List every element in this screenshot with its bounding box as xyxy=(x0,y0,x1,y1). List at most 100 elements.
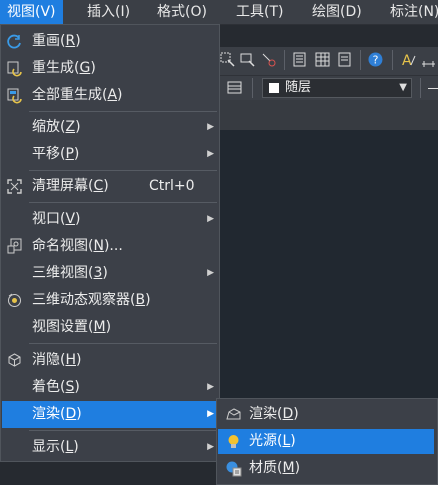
access-key: M xyxy=(93,319,106,335)
label: 视图设置 xyxy=(32,319,88,335)
shortcut: Ctrl+0 xyxy=(149,178,195,194)
menu-item-render[interactable]: 渲染(D) ▶ xyxy=(2,401,219,428)
layer-color-value: 随层 xyxy=(285,80,312,95)
access-key: L xyxy=(65,439,74,455)
menu-item-display[interactable]: 显示(L) ▶ xyxy=(2,434,219,461)
label: 光源 xyxy=(249,433,277,449)
submenu-arrow-icon: ▶ xyxy=(207,214,214,224)
access-key: D xyxy=(282,406,294,422)
color-swatch-icon xyxy=(269,83,279,93)
menu-item-3d-orbit[interactable]: 三维动态观察器(B) xyxy=(2,287,219,314)
menu-item-zoom[interactable]: 缩放(Z) ▶ xyxy=(2,114,219,141)
view-menu-dropdown: 重画(R) 重生成(G) 全部重生成(A) 缩放(Z) ▶ 平移(P) ▶ 清理… xyxy=(0,24,220,462)
light-bulb-icon xyxy=(228,435,239,448)
regen-all-icon xyxy=(7,88,22,104)
menu-draw[interactable]: 绘图(D) xyxy=(305,0,369,24)
label: 渲染 xyxy=(249,406,277,422)
submenu-arrow-icon: ▶ xyxy=(207,442,214,452)
menubar: 视图(V) 插入(I) 格式(O) 工具(T) 绘图(D) 标注(N) xyxy=(0,0,438,25)
toolbar-strip xyxy=(216,100,438,130)
calculator-icon[interactable] xyxy=(291,51,308,68)
label: 视口 xyxy=(32,211,60,227)
menu-item-clean-screen[interactable]: 清理屏幕(C) Ctrl+0 xyxy=(2,173,219,200)
access-key: 3 xyxy=(93,265,103,281)
submenu-item-render[interactable]: 渲染(D) xyxy=(218,402,434,427)
submenu-arrow-icon: ▶ xyxy=(207,122,214,132)
menu-item-hide[interactable]: 消隐(H) xyxy=(2,347,219,374)
label: 三维动态观察器 xyxy=(32,292,130,308)
menu-separator xyxy=(29,111,217,112)
clean-screen-icon xyxy=(7,179,22,194)
hide-icon xyxy=(8,353,21,367)
submenu-arrow-icon: ▶ xyxy=(207,382,214,392)
zoom-extents-icon[interactable] xyxy=(260,51,277,68)
label: 平移 xyxy=(32,146,60,162)
zoom-window-icon[interactable] xyxy=(219,51,236,68)
label: 清理屏幕 xyxy=(32,178,88,194)
menu-format[interactable]: 格式(O) xyxy=(150,0,214,24)
access-key: C xyxy=(93,178,104,194)
menu-item-shade[interactable]: 着色(S) ▶ xyxy=(2,374,219,401)
menu-item-named-view[interactable]: 命名视图(N)... xyxy=(2,233,219,260)
access-key: D xyxy=(65,406,77,422)
access-key: R xyxy=(65,33,76,49)
standard-toolbar: ? A xyxy=(216,47,438,76)
menu-insert[interactable]: 插入(I) xyxy=(80,0,137,24)
render-submenu: 渲染(D) 光源(L) 材质(M) xyxy=(216,398,438,485)
menu-item-redraw[interactable]: 重画(R) xyxy=(2,28,219,55)
label: 渲染 xyxy=(32,406,60,422)
access-key: L xyxy=(282,433,291,449)
label: 三维视图 xyxy=(32,265,88,281)
menu-tools[interactable]: 工具(T) xyxy=(229,0,290,24)
menu-item-regen[interactable]: 重生成(G) xyxy=(2,55,219,82)
label: 缩放 xyxy=(32,119,60,135)
label: 显示 xyxy=(32,439,60,455)
regen-icon xyxy=(7,61,22,77)
submenu-arrow-icon: ▶ xyxy=(207,149,214,159)
toolbar-separator xyxy=(284,50,285,70)
menu-separator xyxy=(29,430,217,431)
submenu-arrow-icon: ▶ xyxy=(207,268,214,278)
render-icon xyxy=(226,408,241,420)
access-key: H xyxy=(65,352,76,368)
text-style-icon[interactable]: A xyxy=(400,51,417,68)
layer-state-icon[interactable] xyxy=(226,79,243,96)
svg-text:?: ? xyxy=(373,54,379,67)
label: 重画 xyxy=(32,33,60,49)
label: 全部重生成 xyxy=(32,87,102,103)
material-icon xyxy=(226,461,242,477)
label: 着色 xyxy=(32,379,60,395)
menu-separator xyxy=(29,170,217,171)
dimension-style-icon[interactable] xyxy=(420,51,437,68)
submenu-arrow-icon: ▶ xyxy=(207,409,214,419)
toolbar-separator xyxy=(360,50,361,70)
menu-item-viewport[interactable]: 视口(V) ▶ xyxy=(2,206,219,233)
menu-view[interactable]: 视图(V) xyxy=(0,0,63,24)
access-key: M xyxy=(282,460,295,476)
ellipsis: ... xyxy=(109,238,123,254)
zoom-previous-icon[interactable] xyxy=(239,51,256,68)
named-view-icon xyxy=(7,238,22,254)
orbit-icon xyxy=(8,293,21,307)
menu-item-view-settings[interactable]: 视图设置(M) xyxy=(2,314,219,341)
chevron-down-icon: ▼ xyxy=(399,82,407,93)
label: 命名视图 xyxy=(32,238,88,254)
access-key: N xyxy=(93,238,104,254)
menu-dimension[interactable]: 标注(N) xyxy=(383,0,438,24)
svg-text:A: A xyxy=(402,53,412,68)
menu-item-regen-all[interactable]: 全部重生成(A) xyxy=(2,82,219,109)
layer-color-select[interactable]: 随层 ▼ xyxy=(262,78,412,98)
submenu-item-material[interactable]: 材质(M) xyxy=(218,456,434,481)
access-key: G xyxy=(79,60,91,76)
properties-icon[interactable] xyxy=(336,51,353,68)
redraw-icon xyxy=(7,34,21,49)
table-icon[interactable] xyxy=(314,51,331,68)
help-icon[interactable]: ? xyxy=(367,51,384,68)
toolbar-separator xyxy=(392,50,393,70)
access-key: B xyxy=(135,292,146,308)
toolbar-separator xyxy=(420,78,421,98)
menu-item-3d-views[interactable]: 三维视图(3) ▶ xyxy=(2,260,219,287)
submenu-item-light[interactable]: 光源(L) xyxy=(218,429,434,454)
label: 材质 xyxy=(249,460,277,476)
menu-item-pan[interactable]: 平移(P) ▶ xyxy=(2,141,219,168)
